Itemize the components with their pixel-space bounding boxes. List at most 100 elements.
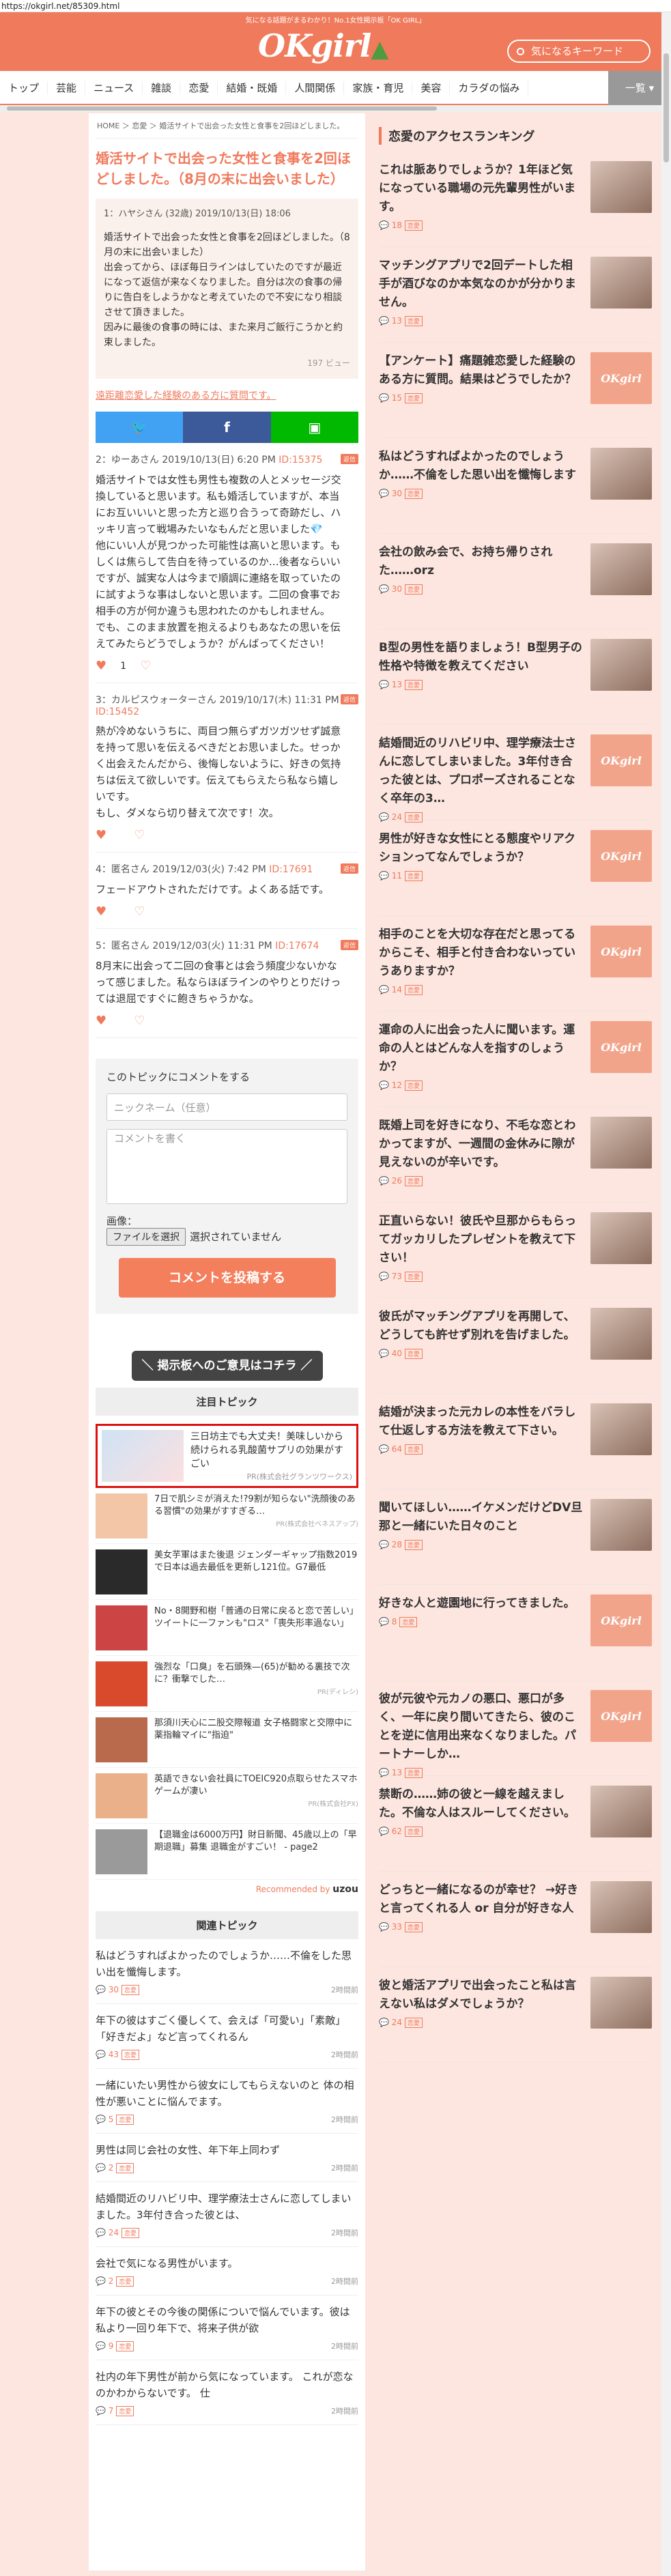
ad-item[interactable]: 強烈な「口臭」を石頭殊—(65)が勧める裏技で次に？衝撃でした… PR(ディレシ)	[96, 1656, 358, 1712]
related-meta: 💬 5 恋愛 2時間前	[96, 2114, 358, 2125]
submit-comment-button[interactable]: コメントを投稿する	[118, 1258, 336, 1298]
ranking-item[interactable]: どっちと一緒になるのが幸せ？ →好きと言ってくれる人 or 自分が好きな人 💬 3…	[379, 1872, 652, 1967]
featured-ad-source: PR(株式会社グランツワークス)	[246, 1472, 352, 1481]
main-column: HOME ＞ 恋愛 ＞ 婚活サイトで出会った女性と食事を2回ほどしました。 婚活…	[89, 113, 365, 2571]
featured-ad[interactable]: 三日坊主でも大丈夫！美味しいから続けられる乳酸菌サプリの効果がすごい PR(株式…	[96, 1424, 358, 1488]
ranking-item[interactable]: 私はどうすればよかったのでしょうか……不倫をした思い出を懺悔します 💬 30 恋愛	[379, 438, 652, 534]
ad-item[interactable]: 7日で肌シミが消えた!?9割が知らない"洗顔後のある習慣"の効果がすすぎる… PR…	[96, 1488, 358, 1544]
ranking-item[interactable]: 【アンケート】痛題雑恋愛した経験のある方に質問。結果はどうでしたか？ 💬 15 恋愛…	[379, 343, 652, 438]
search-box[interactable]: 気になるキーワード	[507, 40, 651, 63]
nav-item-marriage[interactable]: 結婚・既婚	[218, 81, 287, 95]
related-item[interactable]: 一緒にいたい男性から彼女にしてもらえないのと 体の相性が悪いことに悩んでます。 💬…	[96, 2069, 358, 2134]
heart-plus-icon[interactable]: ♥	[96, 904, 106, 919]
category-tag: 恋愛	[116, 2405, 134, 2416]
reply-badge[interactable]: 返信	[340, 863, 358, 874]
ranking-item[interactable]: 既婚上司を好きになり、不毛な恋とわかってますが、一週間の金休みに隙が見えないのが…	[379, 1107, 652, 1203]
ranking-meta: 💬 33 恋愛	[379, 1922, 584, 1932]
heart-plus-icon[interactable]: ♥	[96, 828, 106, 842]
related-item[interactable]: 会社で気になる男性がいます。 💬 2 恋愛 2時間前	[96, 2247, 358, 2295]
heart-plus-icon[interactable]: ♥	[96, 1014, 106, 1028]
tree-icon: ▲	[371, 35, 388, 63]
nav-item-top[interactable]: トップ	[0, 81, 48, 95]
nav-item-chat[interactable]: 雑談	[143, 81, 181, 95]
twitter-share-button[interactable]: 🐦	[96, 412, 184, 443]
breadcrumb-category[interactable]: 恋愛	[132, 121, 147, 130]
ranking-item[interactable]: これは脈ありでしょうか？1年ほど気になっている職場の元先輩男性がいます。 💬 18…	[379, 152, 652, 247]
reply-badge[interactable]: 返信	[340, 454, 358, 464]
facebook-share-button[interactable]: f	[183, 412, 271, 443]
nav-item-family[interactable]: 家族・育児	[344, 81, 413, 95]
related-item[interactable]: 結婚間近のリハビリ中、理学療法士さんに恋してしまいました。3年付き合った彼とは、…	[96, 2182, 358, 2247]
ranking-item[interactable]: B型の男性を語りましょう！B型男子の性格や特徴を教えてください 💬 13 恋愛	[379, 629, 652, 725]
ad-item[interactable]: 美女芋軍はまた後退 ジェンダーギャップ指数2019で日本は過去最低を更新し121…	[96, 1544, 358, 1600]
ranking-item[interactable]: 会社の飲み会で、お持ち帰りされた……orz 💬 30 恋愛	[379, 534, 652, 629]
ranking-count: 8	[391, 1617, 397, 1627]
ranking-item[interactable]: 好きな人と遊園地に行ってきました。 💬 8 恋愛 OKgirl	[379, 1585, 652, 1680]
ad-item[interactable]: 英語できない会社員にTOEIC920点取らせたスマホゲームが凄い PR(株式会社P…	[96, 1768, 358, 1824]
ranking-count: 13	[391, 316, 403, 326]
ranking-meta: 💬 30 恋愛	[379, 584, 584, 595]
category-tag: 恋愛	[116, 2114, 134, 2125]
category-tag: 恋愛	[116, 2341, 134, 2351]
comment-icon: 💬	[379, 1617, 392, 1627]
nickname-input[interactable]: ニックネーム（任意）	[106, 1093, 347, 1121]
scrollbar-thumb[interactable]	[7, 106, 437, 111]
url-bar[interactable]: https://okgirl.net/85309.html	[0, 0, 671, 12]
related-item[interactable]: 私はどうすればよかったのでしょうか……不倫をした思い出を懺悔します。 💬 30 恋愛…	[96, 1939, 358, 2004]
ad-item[interactable]: 【退職金は6000万円】財日新聞、45歳以上の「早期退職」募集 退職金がすごい！…	[96, 1824, 358, 1880]
ranking-thumbnail	[590, 161, 652, 213]
comment-textarea[interactable]: コメントを書く	[106, 1129, 347, 1204]
ad-item[interactable]: 那須川天心に二股交際報道 女子格闘家と交際中に薬指輪マイに"指迫"	[96, 1712, 358, 1768]
file-select-button[interactable]: ファイルを選択	[106, 1228, 186, 1246]
comment-meta: 5：匿名さん 2019/12/03(火) 11:31 PM ID:17674	[96, 939, 358, 952]
vertical-scrollbar[interactable]	[661, 12, 671, 2576]
okgirl-logo-thumbnail: OKgirl	[590, 926, 652, 977]
category-tag: 恋愛	[405, 393, 423, 403]
related-item[interactable]: 社内の年下男性が前から気になっています。 これが恋なのかわからないです。 仕 💬 …	[96, 2360, 358, 2425]
heart-minus-icon[interactable]: ♡	[134, 828, 145, 842]
heart-plus-icon[interactable]: ♥	[96, 659, 106, 673]
ranking-item[interactable]: 禁断の……姉の彼と一線を越えました。不倫な人はスルーしてください。 💬 62 恋愛	[379, 1776, 652, 1872]
category-tag: 恋愛	[405, 680, 423, 690]
nav-item-love[interactable]: 恋愛	[180, 81, 218, 95]
category-tag: 恋愛	[405, 1349, 423, 1359]
line-share-button[interactable]: ▣	[270, 412, 358, 443]
reply-badge[interactable]: 返信	[340, 694, 358, 704]
nav-item-news[interactable]: ニュース	[85, 81, 143, 95]
ranking-item[interactable]: 運命の人に出会った人に聞います。運命の人とはどんな人を指すのしょうか？ 💬 12 恋…	[379, 1012, 652, 1107]
nav-item-beauty[interactable]: 美容	[412, 81, 451, 95]
ranking-meta: 💬 24 恋愛	[379, 812, 584, 822]
site-logo[interactable]: OKgirl▲	[258, 27, 389, 64]
okgirl-logo-thumbnail: OKgirl	[590, 352, 652, 404]
ranking-item[interactable]: 結婚が決まった元カレの本性をバラして仕返しする方法を教えて下さい。 💬 64 恋愛	[379, 1394, 652, 1489]
ranking-item[interactable]: 聞いてほしい……イケメンだけどDV旦那と一緒にいた日々のこと 💬 28 恋愛	[379, 1489, 652, 1585]
breadcrumb-home[interactable]: HOME	[97, 121, 119, 130]
horizontal-scrollbar[interactable]	[0, 105, 671, 112]
vertical-scrollbar-thumb[interactable]	[663, 53, 669, 162]
nav-item-entertainment[interactable]: 芸能	[48, 81, 86, 95]
heart-minus-icon[interactable]: ♡	[134, 904, 145, 919]
heart-minus-icon[interactable]: ♡	[134, 1014, 145, 1028]
related-item[interactable]: 年下の彼とその今後の関係についで悩んでいます。彼は私より一回り年下で、将来子供が…	[96, 2295, 358, 2360]
related-item[interactable]: 男性は同じ会社の女性、年下年上同わず 💬 2 恋愛 2時間前	[96, 2134, 358, 2182]
ranking-title-text: 彼氏がマッチングアプリを再開して、どうしても許せず別れを告げました。	[379, 1310, 575, 1342]
ranking-item[interactable]: 正直いらない！彼氏や旦那からもらってガッカリしたプレゼントを教えて下さい！ 💬 7…	[379, 1203, 652, 1298]
ranking-item[interactable]: 結婚間近のリハビリ中、理学療法士さんに恋してしまいました。3年付き合った彼とは、…	[379, 725, 652, 822]
ranking-item[interactable]: 彼氏がマッチングアプリを再開して、どうしても許せず別れを告げました。 💬 40 恋愛	[379, 1298, 652, 1394]
okgirl-logo-thumbnail: OKgirl	[590, 830, 652, 882]
category-tag: 恋愛	[405, 1444, 423, 1455]
feedback-button[interactable]: ＼ 掲示板へのご意見はコチラ ／	[131, 1351, 323, 1381]
ranking-item[interactable]: 彼と婚活アプリで出会ったこと私は言えない私はダメでしょうか？ 💬 24 恋愛	[379, 1967, 652, 2063]
heart-minus-icon[interactable]: ♡	[140, 659, 151, 673]
ranking-item[interactable]: 彼が元彼や元カノの悪口、悪口が多く、一年に戻り間いてきたら、彼のことを逆に信用出…	[379, 1680, 652, 1778]
reply-badge[interactable]: 返信	[340, 940, 358, 950]
ad-item[interactable]: No・8開野和樹「普通の日常に戻ると恋で苦しい」ツイートに一ファンも"ロス"「喪…	[96, 1600, 358, 1656]
comment-item: 2：ゆーあさん 2019/10/13(日) 6:20 PM ID:15375 返信…	[96, 443, 358, 683]
ranking-item[interactable]: マッチングアプリで2回デートした相手が酒びなのか本気なのかが分かりません。 💬 1…	[379, 247, 652, 343]
ranking-item[interactable]: 男性が好きな女性にとる態度やリアクションってなんでしょうか？ 💬 11 恋愛 OKgi…	[379, 820, 652, 916]
related-item[interactable]: 年下の彼はすごく優しくて、会えば「可愛い」「素敵」「好きだよ」など言ってくれるん…	[96, 2004, 358, 2069]
related-link[interactable]: 遠距離恋愛した経験のある方に質問です。	[96, 388, 358, 402]
nav-item-body[interactable]: カラダの悩み	[450, 81, 529, 95]
nav-item-relationships[interactable]: 人間関係	[286, 81, 345, 95]
ranking-item[interactable]: 相手のことを大切な存在だと思ってるからこそ、相手と付き合わないっていうありますか…	[379, 916, 652, 1012]
